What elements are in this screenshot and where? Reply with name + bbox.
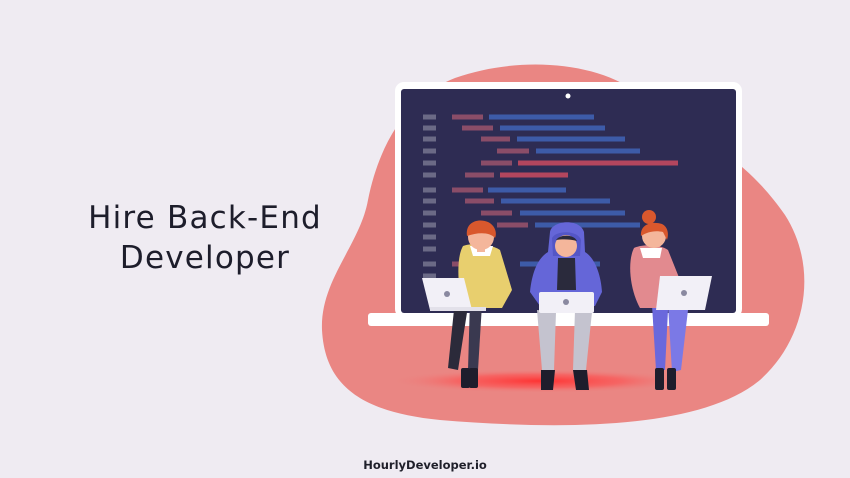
floor-glow xyxy=(390,369,690,393)
developers-illustration xyxy=(321,64,805,426)
footer-brand: HourlyDeveloper.io xyxy=(363,458,487,472)
